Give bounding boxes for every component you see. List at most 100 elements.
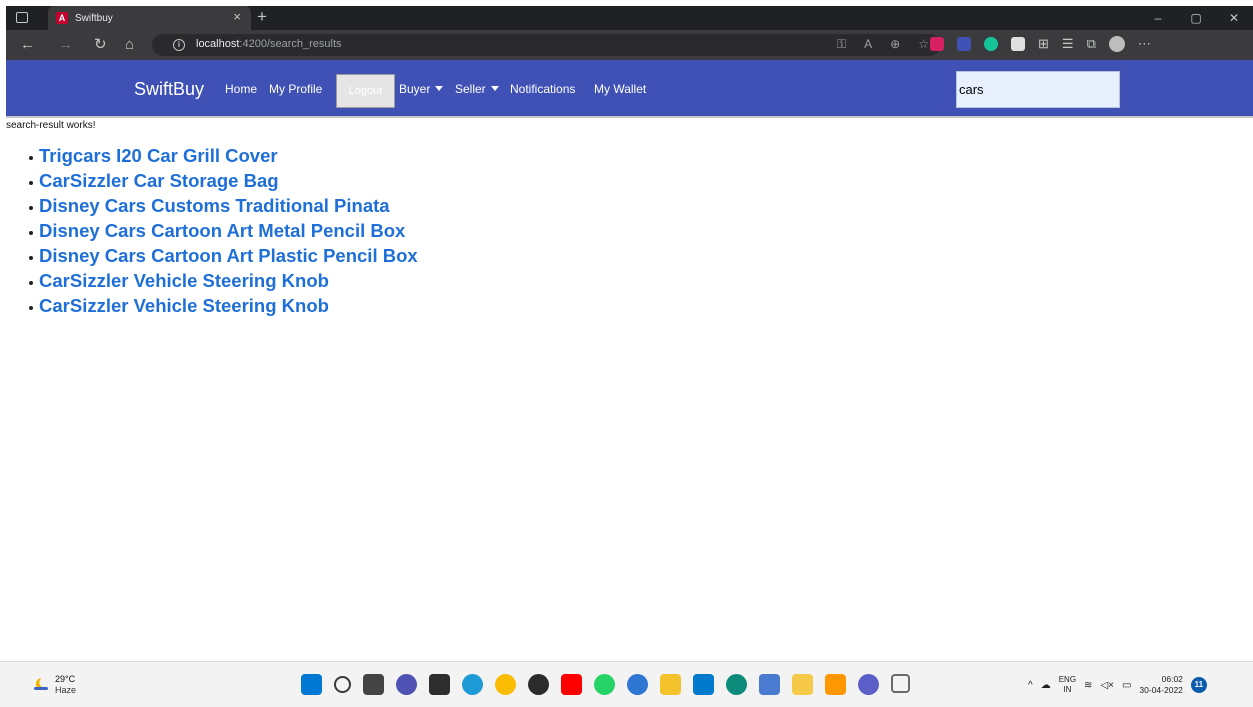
extensions-row: ⊞ ☰ ⧉ ⋯: [930, 36, 1151, 52]
tab-strip: A Swiftbuy × + – ▢ ✕: [6, 6, 1253, 30]
close-icon[interactable]: ×: [233, 10, 241, 24]
nav-notifications-link[interactable]: Notifications: [510, 82, 575, 96]
address-bar[interactable]: i localhost:4200/search_results ⚿ A ⊕ ☆: [152, 34, 941, 56]
caret-down-icon: [490, 86, 499, 91]
url-path: :4200/search_results: [239, 38, 342, 50]
sticky-notes-icon[interactable]: [792, 674, 813, 695]
browser-chrome: A Swiftbuy × + – ▢ ✕ ← → ↻ ⌂ i localhost…: [6, 6, 1253, 60]
volume-icon[interactable]: ◁×: [1100, 680, 1114, 691]
search-icon[interactable]: [334, 676, 351, 693]
file-explorer-icon[interactable]: [660, 674, 681, 695]
favorite-icon[interactable]: ☆: [918, 37, 929, 52]
browser-toolbar: ← → ↻ ⌂ i localhost:4200/search_results …: [6, 30, 1253, 60]
collections-icon[interactable]: ⧉: [1087, 37, 1096, 51]
component-status-text: search-result works!: [6, 120, 96, 131]
app-navbar: SwiftBuy Home My Profile Logout Buyer Se…: [6, 60, 1253, 116]
git-icon[interactable]: [891, 674, 910, 693]
sublime-icon[interactable]: [825, 674, 846, 695]
tab-actions-icon[interactable]: [16, 12, 28, 23]
result-link[interactable]: CarSizzler Vehicle Steering Knob: [39, 270, 329, 292]
forward-icon[interactable]: →: [58, 35, 73, 55]
result-link[interactable]: CarSizzler Car Storage Bag: [39, 170, 279, 192]
app-icon[interactable]: [528, 674, 549, 695]
extensions-icon[interactable]: ⊞: [1038, 37, 1049, 51]
list-item: CarSizzler Vehicle Steering Knob: [29, 268, 418, 293]
new-tab-button[interactable]: +: [257, 8, 267, 26]
whatsapp-icon[interactable]: [594, 674, 615, 695]
battery-icon[interactable]: ▭: [1122, 680, 1131, 691]
chat-icon[interactable]: [396, 674, 417, 695]
caret-down-icon: [435, 86, 444, 91]
youtube-icon[interactable]: [561, 674, 582, 695]
bullet: [29, 155, 33, 160]
nav-wallet-link[interactable]: My Wallet: [594, 82, 646, 96]
windows-taskbar: 29°C Haze ^ ☁ ENG IN ≋ ◁× ▭ 06:02 30-04-20…: [0, 661, 1253, 707]
notification-badge[interactable]: 11: [1190, 677, 1207, 693]
browser-tab[interactable]: A Swiftbuy ×: [48, 6, 251, 30]
seller-label: Seller: [455, 82, 486, 96]
clock-date: 30-04-2022: [1139, 685, 1183, 695]
close-window-button[interactable]: ✕: [1215, 6, 1253, 30]
edge-dev-icon[interactable]: [726, 674, 747, 695]
postman-icon[interactable]: [627, 674, 648, 695]
list-item: Disney Cars Cartoon Art Metal Pencil Box: [29, 218, 418, 243]
result-link[interactable]: Disney Cars Cartoon Art Metal Pencil Box: [39, 220, 405, 242]
grammarly-extension-icon[interactable]: [984, 37, 998, 51]
brand-logo[interactable]: SwiftBuy: [134, 79, 204, 100]
taskbar-apps: [301, 674, 910, 695]
edge-icon[interactable]: [462, 674, 483, 695]
search-input[interactable]: [956, 71, 1120, 108]
address-icons: ⚿ A ⊕ ☆: [837, 37, 929, 52]
chrome-icon[interactable]: [495, 674, 516, 695]
vscode-icon[interactable]: [693, 674, 714, 695]
app-icon-2[interactable]: [759, 674, 780, 695]
terminal-icon[interactable]: [429, 674, 450, 695]
home-icon[interactable]: ⌂: [125, 35, 134, 55]
result-link[interactable]: Disney Cars Customs Traditional Pinata: [39, 195, 390, 217]
bullet: [29, 280, 33, 285]
weather-temperature[interactable]: 29°C: [55, 674, 75, 684]
list-item: CarSizzler Vehicle Steering Knob: [29, 293, 418, 318]
result-link[interactable]: Disney Cars Cartoon Art Plastic Pencil B…: [39, 245, 418, 267]
zoom-icon[interactable]: ⊕: [890, 37, 900, 52]
bullet: [29, 230, 33, 235]
extension-white-icon[interactable]: [1011, 37, 1025, 51]
bullet: [29, 255, 33, 260]
nav-home-link[interactable]: Home: [225, 82, 257, 96]
task-view-icon[interactable]: [363, 674, 384, 695]
onedrive-icon[interactable]: ☁: [1041, 680, 1051, 691]
wifi-icon[interactable]: ≋: [1084, 680, 1092, 691]
start-icon[interactable]: [301, 674, 322, 695]
language-indicator[interactable]: ENG IN: [1059, 675, 1076, 695]
search-results-list: Trigcars I20 Car Grill Cover CarSizzler …: [29, 143, 418, 318]
info-icon[interactable]: i: [173, 39, 185, 51]
list-item: Disney Cars Cartoon Art Plastic Pencil B…: [29, 243, 418, 268]
logout-button[interactable]: Logout: [336, 74, 395, 108]
restore-button[interactable]: ▢: [1177, 6, 1215, 30]
list-item: CarSizzler Car Storage Bag: [29, 168, 418, 193]
list-item: Disney Cars Customs Traditional Pinata: [29, 193, 418, 218]
url-text: localhost:4200/search_results: [196, 38, 342, 50]
read-aloud-icon[interactable]: A: [864, 37, 872, 52]
ublock-extension-icon[interactable]: [930, 37, 944, 51]
refresh-icon[interactable]: ↻: [94, 35, 107, 55]
nav-seller-dropdown[interactable]: Seller: [455, 82, 499, 96]
teams-icon[interactable]: [858, 674, 879, 695]
minimize-button[interactable]: –: [1139, 6, 1177, 30]
key-icon[interactable]: ⚿: [837, 37, 846, 52]
more-options-icon[interactable]: ⋯: [1138, 37, 1151, 51]
favorites-icon[interactable]: ☰: [1062, 37, 1074, 51]
moon-haze-icon[interactable]: [33, 676, 49, 692]
back-icon[interactable]: ←: [20, 35, 35, 55]
tab-title: Swiftbuy: [75, 12, 113, 24]
lang-bottom: IN: [1063, 685, 1072, 694]
weather-description[interactable]: Haze: [55, 685, 76, 695]
profile-avatar[interactable]: [1108, 36, 1125, 52]
result-link[interactable]: Trigcars I20 Car Grill Cover: [39, 145, 278, 167]
chevron-up-icon[interactable]: ^: [1028, 680, 1033, 691]
nav-profile-link[interactable]: My Profile: [269, 82, 322, 96]
clock[interactable]: 06:02 30-04-2022: [1139, 674, 1182, 696]
nav-buyer-dropdown[interactable]: Buyer: [399, 82, 444, 96]
result-link[interactable]: CarSizzler Vehicle Steering Knob: [39, 295, 329, 317]
extension-blue-icon[interactable]: [957, 37, 971, 51]
